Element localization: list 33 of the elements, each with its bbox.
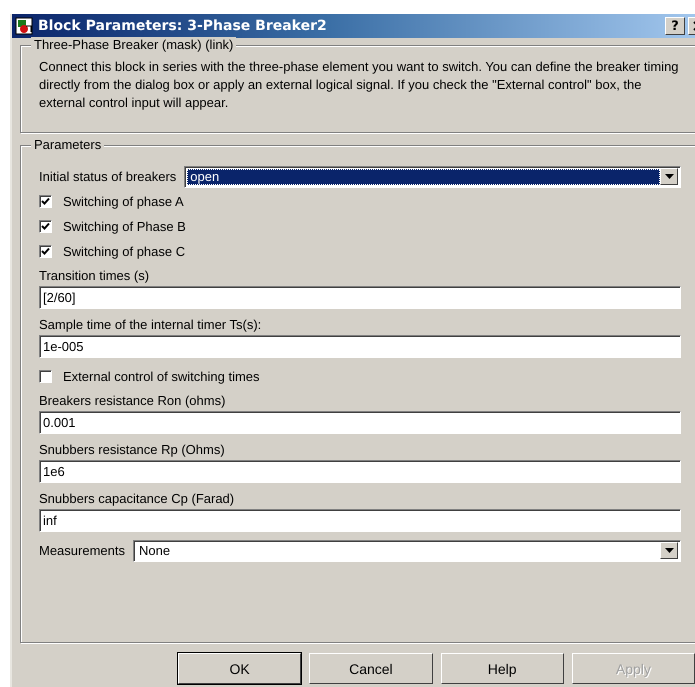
field-label: Snubbers capacitance Cp (Farad) (39, 490, 236, 508)
input-field[interactable]: [2/60] (39, 286, 681, 309)
input-field[interactable]: 1e6 (39, 460, 681, 483)
input-field[interactable]: inf (39, 509, 681, 532)
help-button[interactable]: ? (665, 17, 685, 35)
caret-icon (664, 548, 674, 553)
field-label: Breakers resistance Ron (ohms) (39, 392, 226, 410)
checkbox[interactable] (39, 370, 52, 383)
field-label: Initial status of breakers (39, 169, 176, 184)
field-label: Transition times (s) (39, 267, 150, 285)
app-icon (15, 17, 33, 35)
group-title: Three-Phase Breaker (mask) (link) (31, 37, 236, 52)
dialog-button[interactable]: OK (178, 653, 302, 684)
dropdown[interactable]: open (184, 166, 681, 188)
input-field[interactable]: 0.001 (39, 411, 681, 434)
caret-icon (664, 174, 674, 179)
window-title: Block Parameters: 3-Phase Breaker2 (38, 18, 328, 34)
field-label: Snubbers resistance Rp (Ohms) (39, 441, 226, 459)
field-label: Sample time of the internal timer Ts(s): (39, 316, 262, 334)
checkbox-label: Switching of phase C (63, 244, 186, 259)
checkbox-label: Switching of Phase B (63, 219, 186, 234)
input-field[interactable]: 1e-005 (39, 335, 681, 358)
dialog-button[interactable]: Cancel (309, 653, 432, 684)
checkbox-label: Switching of phase A (63, 194, 184, 209)
description-text: Connect this block in series with the three-phase element you want to switch. You can define the breaker timing directly from the dialog box or apply an external logical signal. If you check the "External control" box, the external control input will appear. (39, 58, 680, 112)
group-title: Parameters (31, 137, 104, 152)
checkbox[interactable] (39, 245, 52, 258)
checkbox-label: External control of switching times (63, 369, 260, 384)
field-label: Measurements (39, 543, 125, 558)
dialog-button[interactable]: Help (440, 653, 564, 684)
dropdown[interactable]: None (132, 540, 681, 562)
checkbox[interactable] (39, 220, 52, 233)
checkbox[interactable] (39, 195, 52, 208)
